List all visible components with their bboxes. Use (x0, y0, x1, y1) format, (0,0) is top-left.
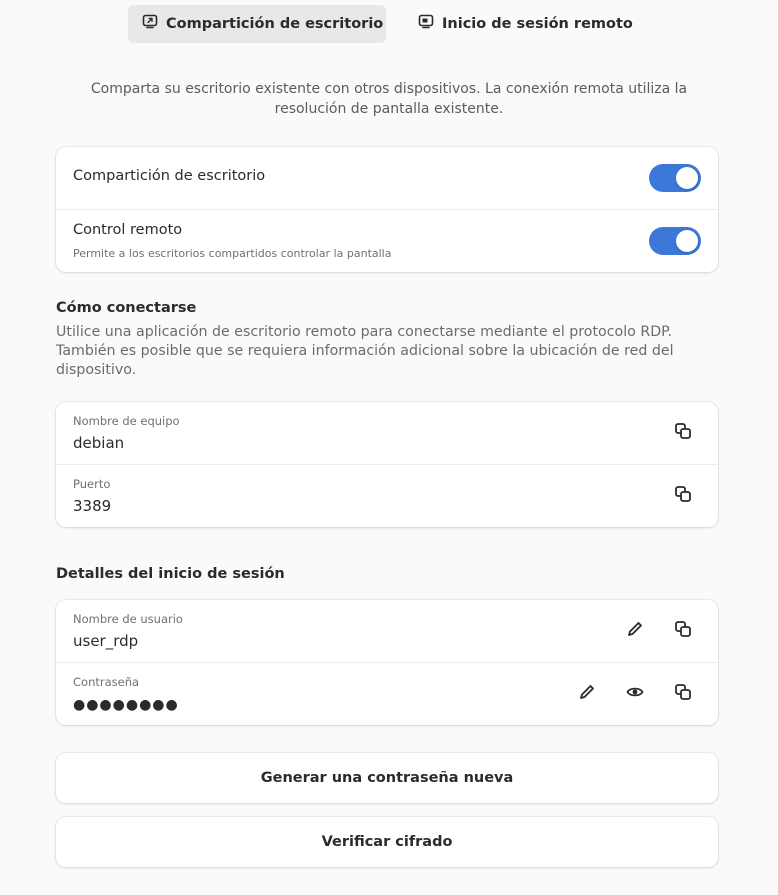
port-value: 3389 (73, 497, 112, 515)
login-section-title: Detalles del inicio de sesión (56, 566, 285, 582)
login-card: Nombre de usuario user_rdp Contraseña ●●… (56, 600, 718, 725)
copy-password-button[interactable] (669, 680, 697, 708)
username-row: Nombre de usuario user_rdp (56, 600, 718, 662)
desktop-sharing-row: Compartición de escritorio (56, 147, 718, 209)
view-switcher: Compartición de escritorio Inicio de ses… (0, 5, 778, 43)
remote-control-label: Control remoto (73, 222, 183, 238)
connect-section-title: Cómo conectarse (56, 300, 197, 316)
remote-desktop-icon (418, 14, 434, 34)
intro-description: Comparta su escritorio existente con otr… (90, 81, 688, 117)
tab-remote-login[interactable]: Inicio de sesión remoto (404, 5, 644, 43)
verify-encryption-button[interactable]: Verificar cifrado (56, 817, 718, 867)
sharing-card: Compartición de escritorio Control remot… (56, 147, 718, 272)
remote-control-subtitle: Permite a los escritorios compartidos co… (73, 247, 392, 260)
copy-icon (674, 485, 692, 507)
screen-share-icon (142, 14, 158, 34)
password-row: Contraseña ●●●●●●●● (56, 662, 718, 725)
connection-card: Nombre de equipo debian Puerto 3389 (56, 402, 718, 527)
eye-icon (626, 683, 644, 705)
pencil-icon (626, 620, 644, 642)
tab-remote-login-label: Inicio de sesión remoto (442, 16, 633, 32)
username-value: user_rdp (73, 632, 139, 650)
hostname-value: debian (73, 434, 125, 452)
copy-icon (674, 620, 692, 642)
remote-control-row: Control remoto Permite a los escritorios… (56, 209, 718, 272)
password-value: ●●●●●●●● (73, 697, 179, 713)
copy-username-button[interactable] (669, 617, 697, 645)
port-row: Puerto 3389 (56, 464, 718, 527)
generate-password-button[interactable]: Generar una contraseña nueva (56, 753, 718, 803)
port-label: Puerto (73, 477, 111, 491)
hostname-label: Nombre de equipo (73, 414, 180, 428)
remote-control-switch[interactable] (649, 227, 701, 255)
copy-icon (674, 422, 692, 444)
show-password-button[interactable] (621, 680, 649, 708)
connect-section-description: Utilice una aplicación de escritorio rem… (56, 324, 674, 378)
hostname-row: Nombre de equipo debian (56, 402, 718, 464)
username-label: Nombre de usuario (73, 612, 183, 626)
desktop-sharing-label: Compartición de escritorio (73, 168, 266, 184)
edit-username-button[interactable] (621, 617, 649, 645)
tab-desktop-sharing-label: Compartición de escritorio (166, 16, 384, 32)
desktop-sharing-switch[interactable] (649, 164, 701, 192)
copy-hostname-button[interactable] (669, 419, 697, 447)
copy-port-button[interactable] (669, 482, 697, 510)
pencil-icon (578, 683, 596, 705)
copy-icon (674, 683, 692, 705)
tab-desktop-sharing[interactable]: Compartición de escritorio (128, 5, 386, 43)
edit-password-button[interactable] (573, 680, 601, 708)
password-label: Contraseña (73, 675, 140, 689)
